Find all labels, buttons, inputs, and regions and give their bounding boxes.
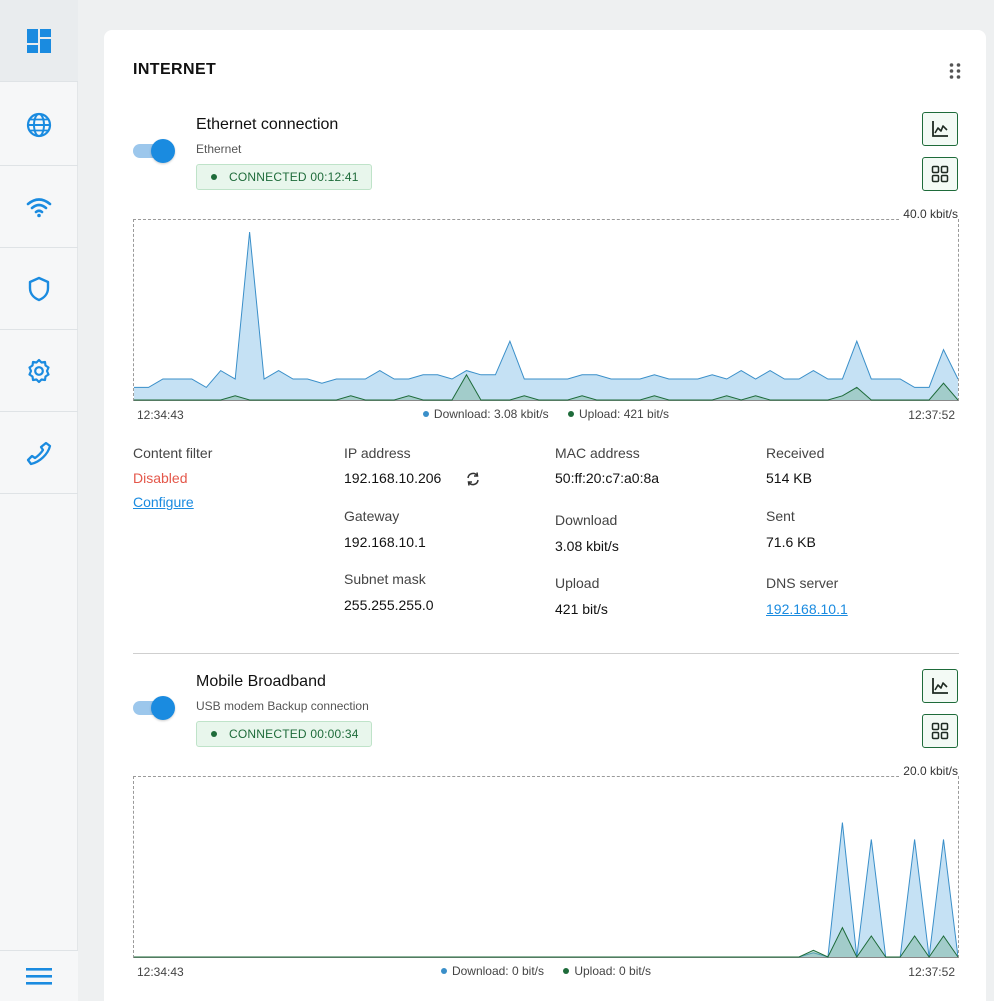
ethernet-toggle[interactable]: [133, 138, 175, 163]
mobile-traffic-graph: 20.0 kbit/s: [133, 764, 959, 958]
chart-line-icon: [932, 121, 948, 137]
graph-max-label: 40.0 kbit/s: [899, 207, 958, 221]
download-value: 3.08 kbit/s: [555, 538, 619, 554]
ethernet-subtitle: Ethernet: [196, 142, 242, 156]
internet-card: INTERNET Ethernet connection Ethernet CO…: [104, 30, 986, 1001]
ethernet-name: Ethernet connection: [196, 116, 339, 133]
upload-legend: Upload: 421 bit/s: [579, 407, 670, 421]
ethernet-traffic-chart: [134, 231, 958, 401]
subnet-mask-value: 255.255.255.0: [344, 597, 434, 613]
mobile-graph-button[interactable]: [922, 669, 958, 703]
upload-value: 421 bit/s: [555, 601, 608, 617]
mobile-name: Mobile Broadband: [196, 673, 326, 690]
grid-icon: [931, 722, 949, 740]
dns-server-link[interactable]: 192.168.10.1: [766, 601, 848, 617]
gateway-label: Gateway: [344, 508, 400, 524]
graph-legend: Download: 3.08 kbit/s Upload: 421 bit/s: [133, 406, 959, 421]
graph-max-label: 20.0 kbit/s: [899, 764, 958, 778]
ethernet-graph-labels: 12:34:43 Download: 3.08 kbit/s Upload: 4…: [133, 406, 959, 426]
graph-end-time: 12:37:52: [908, 408, 955, 422]
configure-link[interactable]: Configure: [133, 494, 194, 510]
phone-icon: [26, 441, 52, 465]
mobile-subtitle: USB modem Backup connection: [196, 699, 369, 713]
ethernet-details-button[interactable]: [922, 157, 958, 191]
globe-icon: [26, 112, 52, 137]
shield-icon: [28, 276, 50, 301]
graph-legend: Download: 0 bit/s Upload: 0 bit/s: [133, 963, 959, 978]
received-value: 514 KB: [766, 470, 812, 486]
download-series-area: [134, 822, 958, 957]
gear-icon: [28, 358, 50, 383]
section-divider: [133, 653, 959, 654]
sent-value: 71.6 KB: [766, 534, 816, 550]
toggle-knob: [151, 139, 175, 163]
status-dot-icon: [211, 731, 217, 737]
upload-label: Upload: [555, 575, 600, 591]
subnet-mask-label: Subnet mask: [344, 571, 426, 587]
content-filter-label: Content filter: [133, 445, 213, 461]
mobile-status-badge: CONNECTED 00:00:34: [196, 721, 372, 747]
sidebar-item-wifi[interactable]: [0, 166, 78, 248]
download-dot-icon: [422, 411, 429, 417]
upload-dot-icon: [563, 968, 570, 974]
sidebar-item-security[interactable]: [0, 248, 78, 330]
sidebar-menu-button[interactable]: [0, 950, 78, 1001]
chart-line-icon: [932, 678, 948, 694]
mobile-toggle[interactable]: [133, 695, 175, 720]
download-dot-icon: [440, 968, 447, 974]
mobile-traffic-chart: [134, 822, 958, 958]
ip-address-label: IP address: [344, 445, 411, 461]
mobile-status-text: CONNECTED 00:00:34: [229, 727, 359, 741]
grid-icon: [931, 165, 949, 183]
mac-address-value: 50:ff:20:c7:a0:8a: [555, 470, 660, 486]
sent-label: Sent: [766, 508, 795, 524]
hamburger-icon: [26, 968, 52, 985]
gateway-value: 192.168.10.1: [344, 534, 426, 550]
dns-server-label: DNS server: [766, 575, 839, 591]
status-dot-icon: [211, 174, 217, 180]
refresh-icon[interactable]: [465, 471, 481, 487]
content-filter-value: Disabled: [133, 470, 188, 486]
mobile-details-button[interactable]: [922, 714, 958, 748]
download-legend: Download: 3.08 kbit/s: [433, 407, 549, 421]
sidebar-item-telephony[interactable]: [0, 412, 78, 494]
sidebar-item-settings[interactable]: [0, 330, 78, 412]
graph-end-time: 12:37:52: [908, 965, 955, 979]
ethernet-traffic-graph: 40.0 kbit/s: [133, 207, 959, 401]
wifi-icon: [26, 197, 52, 217]
toggle-knob: [151, 696, 175, 720]
sidebar-item-dashboard[interactable]: [0, 0, 78, 82]
mobile-graph-labels: 12:34:43 Download: 0 bit/s Upload: 0 bit…: [133, 963, 959, 983]
sidebar-item-internet[interactable]: [0, 84, 78, 166]
card-title: INTERNET: [133, 61, 217, 78]
ethernet-graph-button[interactable]: [922, 112, 958, 146]
ethernet-status-badge: CONNECTED 00:12:41: [196, 164, 372, 190]
sidebar: [0, 0, 78, 1001]
upload-dot-icon: [568, 411, 574, 417]
ethernet-status-text: CONNECTED 00:12:41: [229, 170, 359, 184]
dashboard-icon: [27, 28, 51, 53]
received-label: Received: [766, 445, 825, 461]
upload-legend: Upload: 0 bit/s: [574, 964, 652, 978]
download-label: Download: [555, 512, 618, 528]
mac-address-label: MAC address: [555, 445, 640, 461]
drag-handle-icon[interactable]: [948, 62, 962, 80]
ip-address-value: 192.168.10.206: [344, 470, 442, 486]
download-legend: Download: 0 bit/s: [451, 964, 544, 978]
